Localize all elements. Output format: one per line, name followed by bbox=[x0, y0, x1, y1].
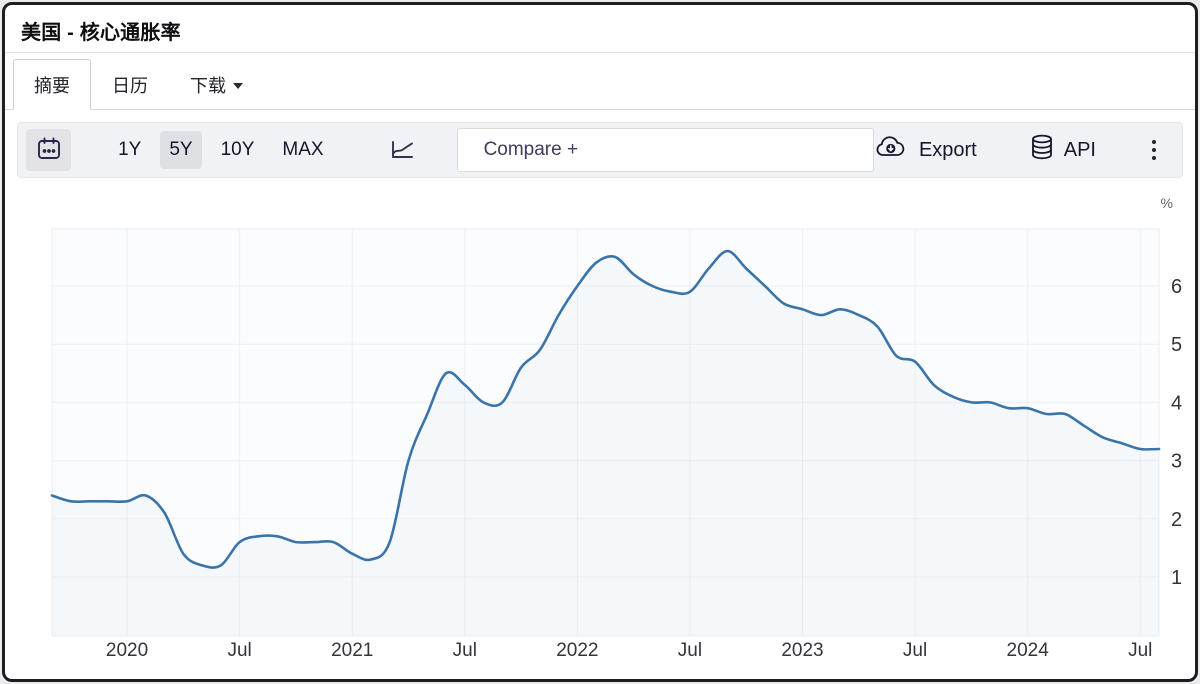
kebab-menu-icon[interactable] bbox=[1148, 136, 1160, 164]
x-tick-label: 2024 bbox=[1007, 640, 1050, 661]
tab-download-label: 下载 bbox=[190, 75, 226, 96]
app-window: 美国 - 核心通胀率 摘要 日历 下载 1Y 5Y 10Y MAX Compar… bbox=[2, 2, 1198, 682]
x-tick-label: 2022 bbox=[556, 640, 598, 661]
tab-download[interactable]: 下载 bbox=[169, 59, 264, 110]
y-tick-label: 6 bbox=[1171, 276, 1182, 298]
y-tick-label: 3 bbox=[1171, 451, 1182, 473]
chart-toolbar: 1Y 5Y 10Y MAX Export bbox=[17, 122, 1183, 178]
range-max-button[interactable]: MAX bbox=[273, 131, 332, 169]
range-5y-button[interactable]: 5Y bbox=[160, 131, 202, 169]
tab-calendar[interactable]: 日历 bbox=[91, 59, 169, 110]
page-title: 美国 - 核心通胀率 bbox=[21, 22, 181, 44]
line-chart-icon bbox=[387, 135, 417, 166]
caret-down-icon bbox=[233, 82, 243, 89]
y-tick-label: 4 bbox=[1171, 392, 1182, 414]
x-tick-label: 2023 bbox=[781, 640, 823, 661]
y-tick-label: 5 bbox=[1171, 334, 1182, 356]
calendar-button[interactable] bbox=[26, 129, 72, 171]
cloud-download-icon bbox=[874, 134, 910, 166]
range-1y-button[interactable]: 1Y bbox=[109, 131, 150, 169]
range-10y-button[interactable]: 10Y bbox=[212, 131, 264, 169]
tab-summary[interactable]: 摘要 bbox=[13, 59, 91, 110]
title-bar: 美国 - 核心通胀率 bbox=[5, 5, 1195, 53]
export-button[interactable]: Export bbox=[874, 134, 977, 166]
y-axis-unit-label: % bbox=[1161, 195, 1173, 211]
x-tick-label: Jul bbox=[678, 640, 702, 661]
tab-strip: 摘要 日历 下载 bbox=[5, 53, 1195, 110]
x-tick-label: 2020 bbox=[106, 640, 148, 661]
x-tick-label: 2021 bbox=[331, 640, 373, 661]
y-tick-label: 1 bbox=[1171, 567, 1182, 589]
chart-type-button[interactable] bbox=[387, 135, 417, 166]
line-chart[interactable]: 2020 Jul 2021 Jul 2022 Jul 2023 Jul 2024 Jul 1 2 3 4 5… bbox=[5, 178, 1195, 678]
api-button[interactable]: API bbox=[1029, 133, 1096, 167]
x-tick-label: Jul bbox=[903, 640, 927, 661]
x-tick-label: Jul bbox=[1128, 640, 1152, 661]
x-tick-label: Jul bbox=[453, 640, 477, 661]
database-icon bbox=[1029, 133, 1055, 167]
tab-summary-label: 摘要 bbox=[34, 75, 70, 96]
tab-calendar-label: 日历 bbox=[112, 75, 148, 96]
api-label: API bbox=[1063, 138, 1096, 161]
chart-area: 2020 Jul 2021 Jul 2022 Jul 2023 Jul 2024 Jul 1 2 3 4 5… bbox=[5, 178, 1195, 678]
y-tick-label: 2 bbox=[1171, 509, 1182, 531]
calendar-icon bbox=[35, 135, 63, 166]
range-selector: 1Y 5Y 10Y MAX bbox=[109, 131, 333, 169]
export-label: Export bbox=[918, 138, 977, 161]
x-tick-label: Jul bbox=[227, 640, 251, 661]
compare-input[interactable] bbox=[456, 128, 874, 172]
